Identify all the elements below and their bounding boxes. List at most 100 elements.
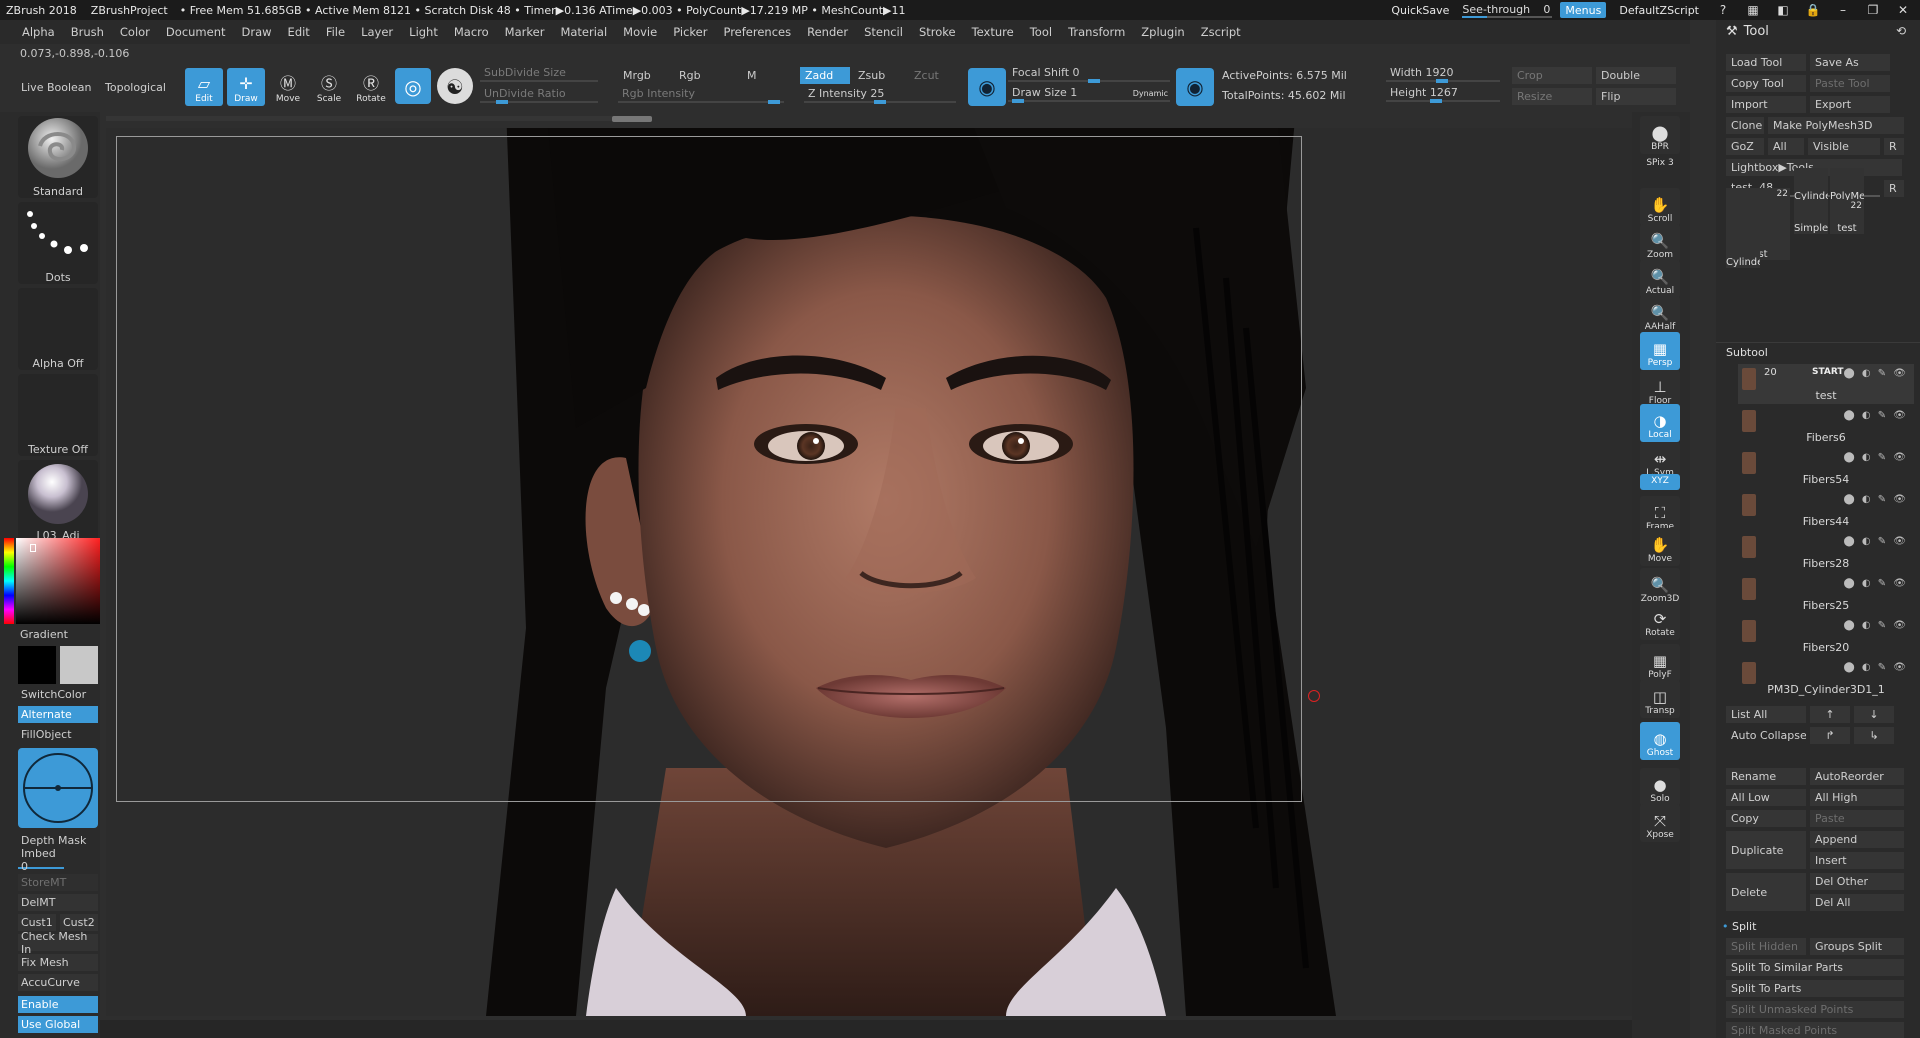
shelf-scroll-thumb[interactable]: [612, 116, 652, 122]
view-aahalf-button[interactable]: 🔍 AAHalf: [1640, 296, 1680, 334]
all-low-button[interactable]: All Low: [1726, 789, 1806, 806]
split-title[interactable]: • Split: [1722, 920, 1756, 933]
see-through-slider[interactable]: See-through 0: [1462, 2, 1553, 18]
move-to-top-button[interactable]: ↱: [1810, 727, 1850, 744]
auto-collapse-button[interactable]: Auto Collapse: [1726, 727, 1806, 744]
split-masked-button[interactable]: Split Masked Points: [1726, 1022, 1904, 1038]
view-bpr-button[interactable]: ⬤ BPR: [1640, 116, 1680, 154]
tool-thumbnail[interactable]: 22 test: [1830, 200, 1864, 234]
stroke-thumbnail[interactable]: Dots: [18, 202, 98, 284]
width-slider[interactable]: Width 1920: [1386, 66, 1500, 83]
shelf-scroll-track[interactable]: [106, 116, 646, 121]
live-boolean-button[interactable]: Live Boolean: [21, 81, 92, 94]
paste-button[interactable]: Paste: [1810, 810, 1904, 827]
subtool-row[interactable]: ⬤ ◐ ✎ 👁 Fibers6: [1738, 406, 1914, 446]
lock-icon[interactable]: 🔒: [1802, 3, 1824, 17]
menu-picker[interactable]: Picker: [665, 25, 715, 39]
menu-marker[interactable]: Marker: [497, 25, 553, 39]
duplicate-button[interactable]: Duplicate: [1726, 831, 1806, 869]
menu-preferences[interactable]: Preferences: [715, 25, 799, 39]
view-persp-button[interactable]: ▦ Persp: [1640, 332, 1680, 370]
view-zoom-button[interactable]: 🔍 Zoom: [1640, 224, 1680, 262]
flip-button[interactable]: Flip: [1596, 88, 1676, 105]
menu-color[interactable]: Color: [112, 25, 158, 39]
tool-thumbnail[interactable]: Cylinde: [1726, 234, 1760, 268]
subtool-visibility-icon[interactable]: ⬤ ◐ ✎ 👁: [1843, 620, 1908, 631]
z-intensity-slider[interactable]: Z Intensity 25: [804, 87, 956, 104]
delete-button[interactable]: Delete: [1726, 873, 1806, 911]
view-polyf-button[interactable]: ▦ PolyF: [1640, 644, 1680, 682]
crop-button[interactable]: Crop: [1512, 67, 1592, 84]
list-all-button[interactable]: List All: [1726, 706, 1806, 723]
view-actual-button[interactable]: 🔍 Actual: [1640, 260, 1680, 298]
view-xyz-button[interactable]: XYZ: [1640, 474, 1680, 490]
subtool-visibility-icon[interactable]: ⬤ ◐ ✎ 👁: [1843, 368, 1908, 379]
resize-button[interactable]: Resize: [1512, 88, 1592, 105]
palette-icon[interactable]: ◧: [1772, 3, 1794, 17]
tool-palette-header[interactable]: ⚒ Tool: [1726, 24, 1769, 39]
topological-button[interactable]: Topological: [105, 81, 166, 94]
export-button[interactable]: Export: [1810, 96, 1890, 113]
zsub-button[interactable]: Zsub: [853, 67, 897, 84]
menu-material[interactable]: Material: [552, 25, 615, 39]
subtool-row[interactable]: 20 START ⬤ ◐ ✎ 👁 test: [1738, 364, 1914, 404]
draw-size-slider[interactable]: Draw Size 1 Dynamic: [1008, 86, 1170, 103]
move-down-button[interactable]: ↓: [1854, 706, 1894, 723]
restore-icon[interactable]: ❐: [1862, 3, 1884, 17]
menu-layer[interactable]: Layer: [353, 25, 401, 39]
view-rotate-button[interactable]: ⟳ Rotate: [1640, 602, 1680, 640]
tool-thumbnail[interactable]: PolyMe: [1830, 168, 1864, 202]
split-similar-button[interactable]: Split To Similar Parts: [1726, 959, 1904, 976]
depth-mask-widget[interactable]: [18, 748, 98, 828]
goz-button[interactable]: GoZ: [1726, 138, 1764, 155]
edit-button[interactable]: ▱ Edit: [185, 68, 223, 106]
close-icon[interactable]: ✕: [1892, 3, 1914, 17]
document-canvas[interactable]: [106, 128, 1632, 1016]
focal-s-button[interactable]: ◉: [968, 68, 1006, 106]
focal-shift-slider[interactable]: Focal Shift 0: [1008, 66, 1170, 83]
menu-movie[interactable]: Movie: [615, 25, 665, 39]
menu-transform[interactable]: Transform: [1060, 25, 1133, 39]
storemt-button[interactable]: StoreMT: [18, 874, 98, 891]
paste-tool-button[interactable]: Paste Tool: [1810, 75, 1890, 92]
use-global-button[interactable]: Use Global: [18, 1016, 98, 1033]
view-solo-button[interactable]: ● Solo: [1640, 768, 1680, 806]
material-thumbnail[interactable]: L03_Adj: [18, 460, 98, 542]
mrgb-button[interactable]: Mrgb: [618, 67, 670, 84]
menu-draw[interactable]: Draw: [234, 25, 280, 39]
menu-tool[interactable]: Tool: [1022, 25, 1060, 39]
fillobject-button[interactable]: FillObject: [18, 726, 98, 743]
view-scroll-button[interactable]: ✋ Scroll: [1640, 188, 1680, 226]
subtool-visibility-icon[interactable]: ⬤ ◐ ✎ 👁: [1843, 578, 1908, 589]
copy-button[interactable]: Copy: [1726, 810, 1806, 827]
goz-all-button[interactable]: All: [1768, 138, 1804, 155]
menu-stroke[interactable]: Stroke: [911, 25, 964, 39]
palette-collapse-icon[interactable]: ⟲: [1896, 24, 1906, 38]
quicksave-button[interactable]: QuickSave: [1386, 2, 1454, 18]
scale-button[interactable]: Ⓢ Scale: [310, 68, 348, 106]
subtool-row[interactable]: ⬤ ◐ ✎ 👁 Fibers25: [1738, 574, 1914, 614]
move-to-bottom-button[interactable]: ↳: [1854, 727, 1894, 744]
enable-button[interactable]: Enable: [18, 996, 98, 1013]
subtool-row[interactable]: ⬤ ◐ ✎ 👁 Fibers28: [1738, 532, 1914, 572]
subtool-visibility-icon[interactable]: ⬤ ◐ ✎ 👁: [1843, 494, 1908, 505]
sculptris-button[interactable]: ◎: [395, 68, 431, 104]
minimize-icon[interactable]: –: [1832, 3, 1854, 17]
menu-file[interactable]: File: [318, 25, 353, 39]
menu-edit[interactable]: Edit: [280, 25, 318, 39]
view-ghost-button[interactable]: ◍ Ghost: [1640, 722, 1680, 760]
rgb-intensity-slider[interactable]: Rgb Intensity: [618, 87, 784, 104]
goz-r-button[interactable]: R: [1884, 138, 1904, 155]
draw-button[interactable]: ✛ Draw: [227, 68, 265, 106]
view-floor-button[interactable]: ⊥ Floor: [1640, 370, 1680, 408]
cust1-button[interactable]: Cust1: [18, 914, 56, 931]
layout-icon[interactable]: ▦: [1742, 3, 1764, 17]
autoreorder-button[interactable]: AutoReorder: [1810, 768, 1904, 785]
menu-alpha[interactable]: Alpha: [14, 25, 63, 39]
default-zscript-button[interactable]: DefaultZScript: [1614, 2, 1704, 18]
height-slider[interactable]: Height 1267: [1386, 86, 1500, 103]
append-button[interactable]: Append: [1810, 831, 1904, 848]
double-button[interactable]: Double: [1596, 67, 1676, 84]
load-tool-button[interactable]: Load Tool: [1726, 54, 1806, 71]
goz-visible-button[interactable]: Visible: [1808, 138, 1880, 155]
